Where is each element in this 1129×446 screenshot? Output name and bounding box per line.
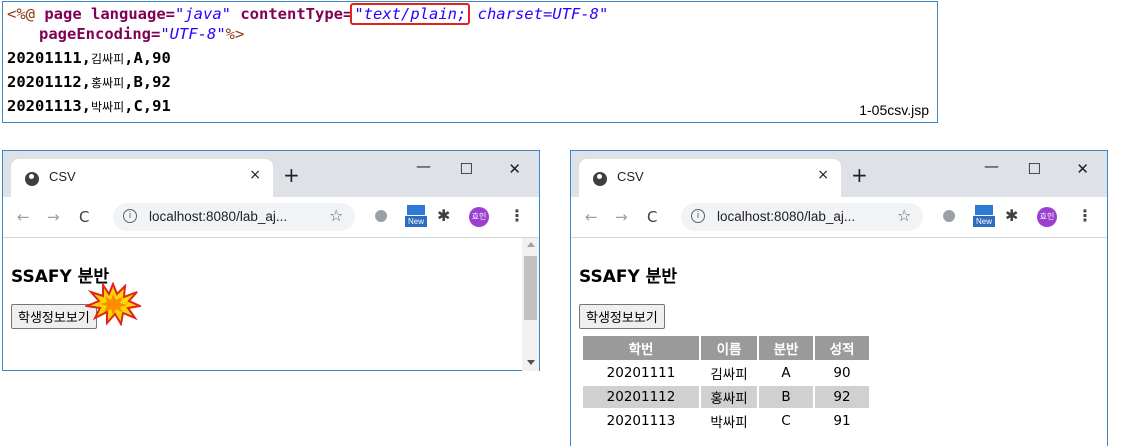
col-header-id: 학번	[583, 336, 699, 360]
code-line-2: pageEncoding="UTF-8"%>	[39, 24, 244, 44]
file-label: 1-05csv.jsp	[859, 102, 929, 118]
tab-csv[interactable]: CSV ×	[11, 159, 273, 197]
highlighted-content-type: "text/plain;	[350, 3, 471, 25]
address-bar[interactable]: i localhost:8080/lab_aj...	[113, 203, 355, 231]
bookmark-star-icon[interactable]: ☆	[897, 206, 911, 225]
col-header-score: 성적	[815, 336, 869, 360]
puzzle-icon[interactable]: ✱	[1005, 206, 1018, 225]
forward-button[interactable]: →	[47, 208, 60, 226]
page-content: SSAFY 분반 학생정보보기	[3, 238, 539, 371]
cell-name: 김싸피	[710, 367, 748, 383]
attr-pageencoding: pageEncoding=	[39, 25, 161, 43]
student-info-button[interactable]: 학생정보보기	[579, 304, 665, 329]
scroll-up-icon[interactable]	[527, 242, 535, 247]
col-header-class: 분반	[759, 336, 813, 360]
cell-id: 20201113	[606, 413, 676, 429]
tab-bar: CSV × + — ☐ ✕	[571, 151, 1107, 197]
val-pageencoding: "UTF-8"	[160, 25, 226, 43]
globe-icon	[593, 172, 607, 186]
back-button[interactable]: ←	[17, 208, 30, 226]
url-text: localhost:8080/lab_aj...	[149, 209, 288, 224]
new-extension-icon[interactable]: New	[973, 205, 995, 229]
avatar[interactable]: 효인	[469, 207, 489, 227]
cell-score: 90	[833, 365, 851, 381]
cell-score: 92	[815, 386, 869, 408]
cell-class: A	[781, 365, 791, 381]
val-charset: charset=UTF-8"	[468, 5, 609, 23]
table-row: 20201112 홍싸피 B 92	[583, 386, 869, 408]
browser-window-before: CSV × + — ☐ ✕ ← → C i localhost:8080/lab…	[2, 150, 540, 371]
page-heading: SSAFY 분반	[579, 267, 678, 287]
info-icon[interactable]: i	[691, 209, 705, 223]
jsp-directive-close: %>	[225, 25, 245, 43]
forward-button[interactable]: →	[615, 208, 628, 226]
extension-round-icon[interactable]	[943, 210, 955, 222]
val-language: "java"	[175, 5, 231, 23]
menu-icon[interactable]: ⋮	[509, 206, 525, 225]
close-window-button[interactable]: ✕	[508, 160, 521, 178]
cell-name: 홍싸피	[701, 386, 757, 408]
minimize-button[interactable]: —	[416, 157, 431, 175]
reload-button[interactable]: C	[647, 208, 657, 226]
cell-name: 박싸피	[710, 415, 748, 431]
cell-id: 20201111	[606, 365, 676, 381]
close-window-button[interactable]: ✕	[1076, 160, 1089, 178]
maximize-button[interactable]: ☐	[460, 160, 473, 178]
tab-title: CSV	[617, 169, 644, 184]
reload-button[interactable]: C	[79, 208, 89, 226]
minimize-button[interactable]: —	[984, 157, 999, 175]
globe-icon	[25, 172, 39, 186]
cell-score: 91	[833, 413, 851, 429]
csv-line-1: 20201111,김싸피,A,90	[7, 49, 171, 67]
new-tab-button[interactable]: +	[851, 163, 868, 187]
attr-contenttype: contentType=	[231, 5, 353, 23]
table-header-row: 학번 이름 분반 성적	[583, 336, 869, 360]
new-tab-button[interactable]: +	[283, 163, 300, 187]
cell-class: C	[781, 413, 791, 429]
cell-class: B	[759, 386, 813, 408]
student-info-button[interactable]: 학생정보보기	[11, 304, 97, 329]
scrollbar[interactable]	[522, 238, 539, 371]
browser-toolbar: ← → C i localhost:8080/lab_aj... ☆ New ✱…	[571, 197, 1107, 238]
code-line-1: <%@ page language="java" contentType= "te…	[7, 3, 609, 25]
tab-close-icon[interactable]: ×	[817, 167, 829, 183]
student-table: 학번 이름 분반 성적 20201111 김싸피 A 90 20201112 홍…	[581, 334, 871, 434]
attr-language: language=	[91, 5, 175, 23]
csv-line-3: 20201113,박싸피,C,91	[7, 97, 171, 115]
col-header-name: 이름	[701, 336, 757, 360]
browser-window-after: CSV × + — ☐ ✕ ← → C i localhost:8080/lab…	[570, 150, 1108, 446]
csv-line-2: 20201112,홍싸피,B,92	[7, 73, 171, 91]
url-text: localhost:8080/lab_aj...	[717, 209, 856, 224]
tab-title: CSV	[49, 169, 76, 184]
page-content: SSAFY 분반 학생정보보기 학번 이름 분반 성적 20201111 김싸피…	[571, 238, 1107, 446]
jsp-directive-open: <%@	[7, 5, 45, 23]
tab-csv[interactable]: CSV ×	[579, 159, 841, 197]
back-button[interactable]: ←	[585, 208, 598, 226]
table-row: 20201111 김싸피 A 90	[583, 362, 869, 384]
address-bar[interactable]: i localhost:8080/lab_aj...	[681, 203, 923, 231]
bookmark-star-icon[interactable]: ☆	[329, 206, 343, 225]
avatar[interactable]: 효인	[1037, 207, 1057, 227]
kw-page: page	[44, 5, 91, 23]
table-row: 20201113 박싸피 C 91	[583, 410, 869, 432]
click-burst-icon	[85, 282, 141, 326]
new-extension-icon[interactable]: New	[405, 205, 427, 229]
scroll-down-icon[interactable]	[527, 360, 535, 365]
scroll-thumb[interactable]	[524, 256, 537, 320]
jsp-code-panel: <%@ page language="java" contentType= "te…	[2, 1, 938, 123]
extension-round-icon[interactable]	[375, 210, 387, 222]
tab-close-icon[interactable]: ×	[249, 167, 261, 183]
maximize-button[interactable]: ☐	[1028, 160, 1041, 178]
browser-toolbar: ← → C i localhost:8080/lab_aj... ☆ New ✱…	[3, 197, 539, 238]
puzzle-icon[interactable]: ✱	[437, 206, 450, 225]
cell-id: 20201112	[583, 386, 699, 408]
tab-bar: CSV × + — ☐ ✕	[3, 151, 539, 197]
info-icon[interactable]: i	[123, 209, 137, 223]
menu-icon[interactable]: ⋮	[1077, 206, 1093, 225]
